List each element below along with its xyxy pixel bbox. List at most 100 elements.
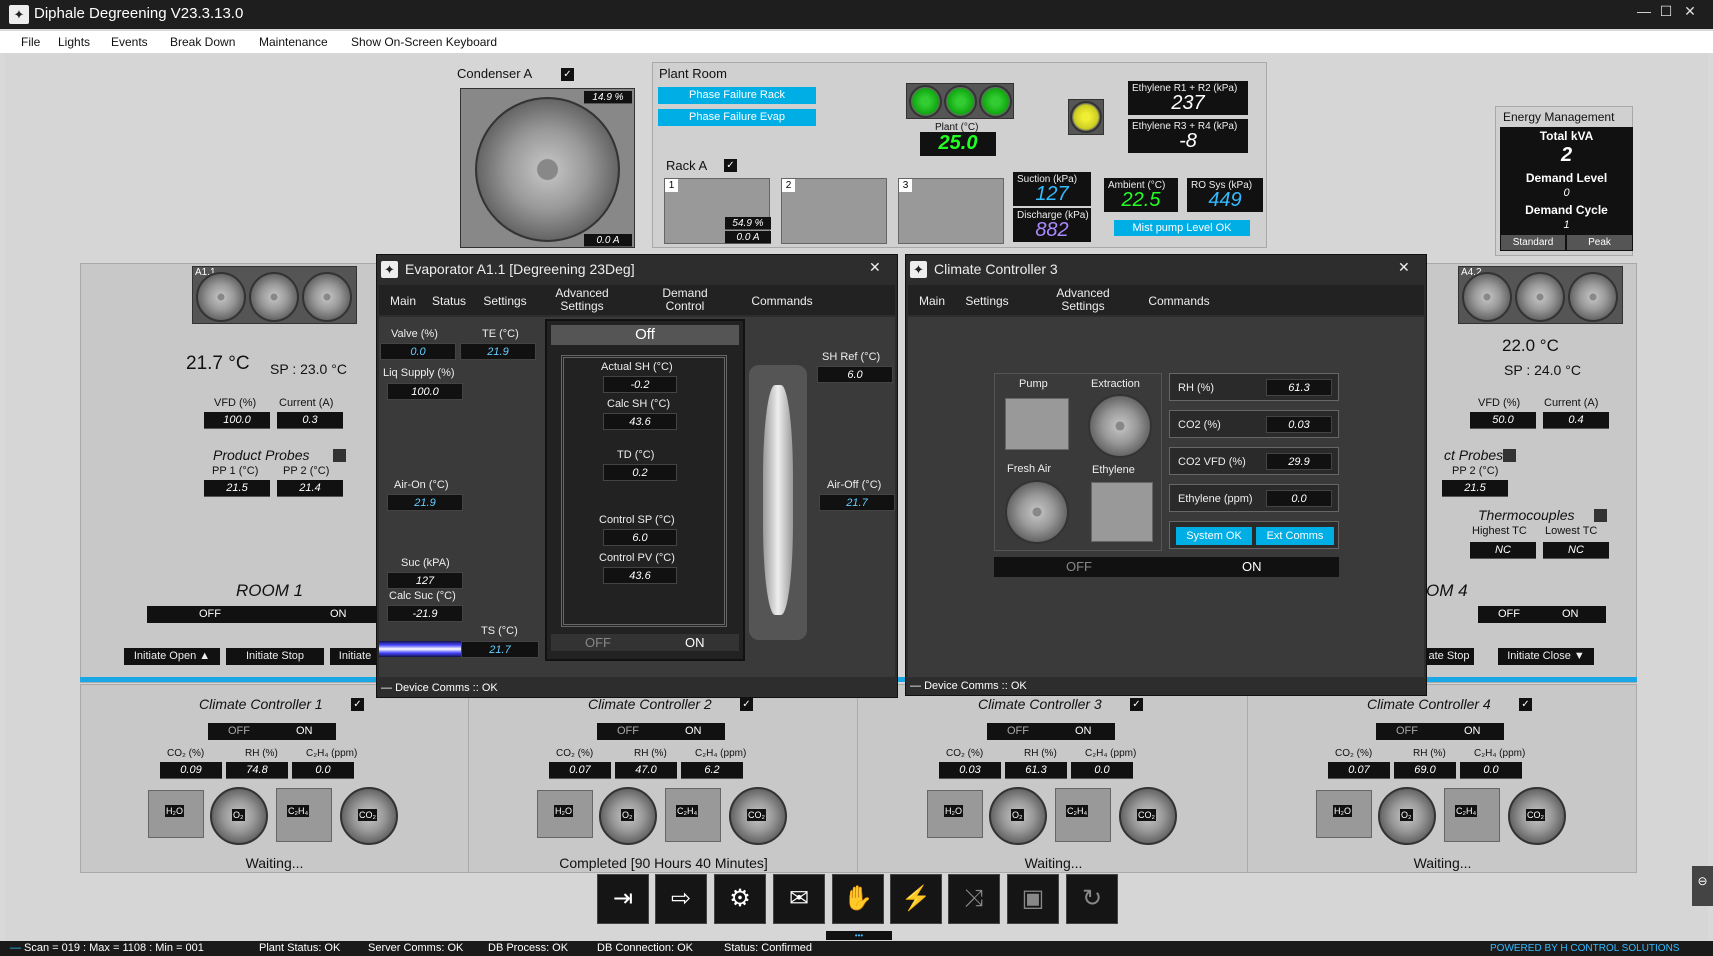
- refresh-icon[interactable]: ↻: [1066, 874, 1118, 924]
- ext-comms-button[interactable]: Ext Comms: [1256, 527, 1334, 545]
- shuffle-icon[interactable]: ⤨: [948, 874, 1000, 924]
- cc-on[interactable]: ON: [296, 723, 313, 740]
- confirmed-status: Status: Confirmed: [724, 942, 813, 954]
- room-1-on[interactable]: ON: [330, 606, 347, 623]
- liq-supply-value: 100.0: [387, 383, 463, 400]
- room-4-onoff[interactable]: OFF ON: [1478, 606, 1606, 623]
- app-logo-icon: ✦: [9, 5, 29, 24]
- phase-failure-rack-button[interactable]: Phase Failure Rack: [658, 87, 816, 104]
- room-4-off[interactable]: OFF: [1498, 606, 1520, 623]
- extraction-fan-icon[interactable]: [1088, 394, 1152, 458]
- plant-fan-single[interactable]: [1068, 99, 1104, 135]
- menu-maintenance[interactable]: Maintenance: [259, 35, 328, 49]
- save-icon[interactable]: ▣: [1007, 874, 1059, 924]
- tab-status[interactable]: Status: [429, 294, 469, 308]
- close-icon[interactable]: ✕: [1680, 3, 1700, 23]
- climate-dialog-close-icon[interactable]: ✕: [1398, 259, 1410, 276]
- cc-onoff[interactable]: OFF ON: [987, 723, 1115, 740]
- menu-keyboard[interactable]: Show On-Screen Keyboard: [351, 35, 497, 49]
- room-4-probes-checkbox[interactable]: [1503, 449, 1516, 462]
- maximize-icon[interactable]: ☐: [1656, 3, 1676, 23]
- cc-on[interactable]: ON: [685, 723, 702, 740]
- cc-co2-label: CO₂ (%): [556, 748, 594, 759]
- cc-checkbox[interactable]: ✓: [1130, 698, 1143, 711]
- initiate-button[interactable]: Initiate: [330, 648, 380, 665]
- cc-off[interactable]: OFF: [1007, 723, 1029, 740]
- rack-a-checkbox[interactable]: ✓: [724, 159, 737, 172]
- room-4-initiate-stop-button[interactable]: ate Stop: [1424, 648, 1474, 665]
- initiate-open-button[interactable]: Initiate Open ▲: [124, 648, 220, 665]
- demand-level-value: 0: [1563, 187, 1570, 199]
- menu-file[interactable]: File: [21, 35, 40, 49]
- evaporator-off[interactable]: OFF: [585, 634, 611, 651]
- logout-icon[interactable]: ⇨: [655, 874, 707, 924]
- climate-on[interactable]: ON: [1242, 557, 1262, 577]
- room-4-fans[interactable]: A4.2: [1458, 266, 1623, 324]
- compressor-1-pct-unit: %: [754, 218, 764, 229]
- tab-advanced-settings[interactable]: Advanced Settings: [547, 287, 617, 313]
- evaporator-comms-text: Device Comms :: OK: [395, 682, 498, 694]
- cc-checkbox[interactable]: ✓: [351, 698, 364, 711]
- room-4-on[interactable]: ON: [1562, 606, 1579, 623]
- tab-main[interactable]: Main: [385, 294, 421, 308]
- tab-demand-control[interactable]: Demand Control: [655, 287, 715, 313]
- room-4-vfd-value: 50.0: [1470, 412, 1536, 429]
- tab-main[interactable]: Main: [914, 294, 950, 308]
- condenser-fan[interactable]: 14.9 % 0.0 A: [460, 88, 635, 248]
- toolbar-handle[interactable]: •••: [826, 931, 892, 940]
- room-1-onoff[interactable]: OFF ON: [147, 606, 377, 623]
- standard-button[interactable]: Standard: [1501, 235, 1565, 250]
- cc-checkbox[interactable]: ✓: [740, 698, 753, 711]
- tab-commands[interactable]: Commands: [1144, 294, 1214, 308]
- lightning-icon[interactable]: ⚡: [890, 874, 942, 924]
- tab-commands[interactable]: Commands: [747, 294, 817, 308]
- room-1-off[interactable]: OFF: [199, 606, 221, 623]
- cc-on[interactable]: ON: [1464, 723, 1481, 740]
- system-ok-button[interactable]: System OK: [1176, 527, 1252, 545]
- room-4-tc-checkbox[interactable]: [1594, 509, 1607, 522]
- room-1-probes-checkbox[interactable]: [333, 449, 346, 462]
- climate-comms-text: Device Comms :: OK: [924, 680, 1027, 692]
- room-4-lowest-tc-label: Lowest TC: [1545, 525, 1598, 537]
- compressor-1[interactable]: 1 54.9 % 0.0 A: [664, 178, 771, 244]
- users-icon[interactable]: ⚙: [714, 874, 766, 924]
- tab-settings[interactable]: Settings: [475, 294, 535, 308]
- minimize-icon[interactable]: —: [1634, 3, 1654, 23]
- pump-icon[interactable]: [1005, 398, 1069, 450]
- menu-events[interactable]: Events: [111, 35, 148, 49]
- cc-off[interactable]: OFF: [617, 723, 639, 740]
- mail-icon[interactable]: ✉: [773, 874, 825, 924]
- tab-settings[interactable]: Settings: [962, 294, 1012, 308]
- cc-onoff[interactable]: OFF ON: [208, 723, 336, 740]
- evaporator-close-icon[interactable]: ✕: [869, 259, 881, 276]
- evaporator-onoff[interactable]: OFF ON: [551, 634, 739, 651]
- fresh-air-fan-icon[interactable]: [1005, 480, 1069, 544]
- ethylene-valve-icon[interactable]: [1091, 482, 1153, 542]
- compressor-3[interactable]: 3: [898, 178, 1004, 244]
- actual-sh-label: Actual SH (°C): [601, 361, 673, 373]
- menu-lights[interactable]: Lights: [58, 35, 90, 49]
- cc-on[interactable]: ON: [1075, 723, 1092, 740]
- initiate-stop-button[interactable]: Initiate Stop: [226, 648, 324, 665]
- cc-onoff[interactable]: OFF ON: [597, 723, 725, 740]
- initiate-close-button[interactable]: Initiate Close ▼: [1498, 648, 1594, 665]
- cc-off[interactable]: OFF: [228, 723, 250, 740]
- condenser-checkbox[interactable]: ✓: [561, 68, 574, 81]
- compressor-2[interactable]: 2: [781, 178, 887, 244]
- peak-button[interactable]: Peak: [1567, 235, 1632, 250]
- tab-advanced-settings[interactable]: Advanced Settings: [1048, 287, 1118, 313]
- evaporator-on[interactable]: ON: [685, 634, 705, 651]
- cc-onoff[interactable]: OFF ON: [1376, 723, 1504, 740]
- cc-checkbox[interactable]: ✓: [1519, 698, 1532, 711]
- login-icon[interactable]: ⇥: [597, 874, 649, 924]
- climate-off[interactable]: OFF: [1066, 557, 1092, 577]
- climate-onoff[interactable]: OFF ON: [994, 557, 1339, 577]
- menu-break-down[interactable]: Break Down: [170, 35, 235, 49]
- plant-fans[interactable]: [906, 83, 1014, 119]
- hand-icon[interactable]: ✋: [832, 874, 884, 924]
- phase-failure-evap-button[interactable]: Phase Failure Evap: [658, 109, 816, 126]
- room-1-fans[interactable]: A1.1: [192, 266, 357, 324]
- side-tab-icon[interactable]: ⊖: [1692, 866, 1713, 906]
- cc-off[interactable]: OFF: [1396, 723, 1418, 740]
- evaporator-tabs: Main Status Settings Advanced Settings D…: [379, 285, 895, 315]
